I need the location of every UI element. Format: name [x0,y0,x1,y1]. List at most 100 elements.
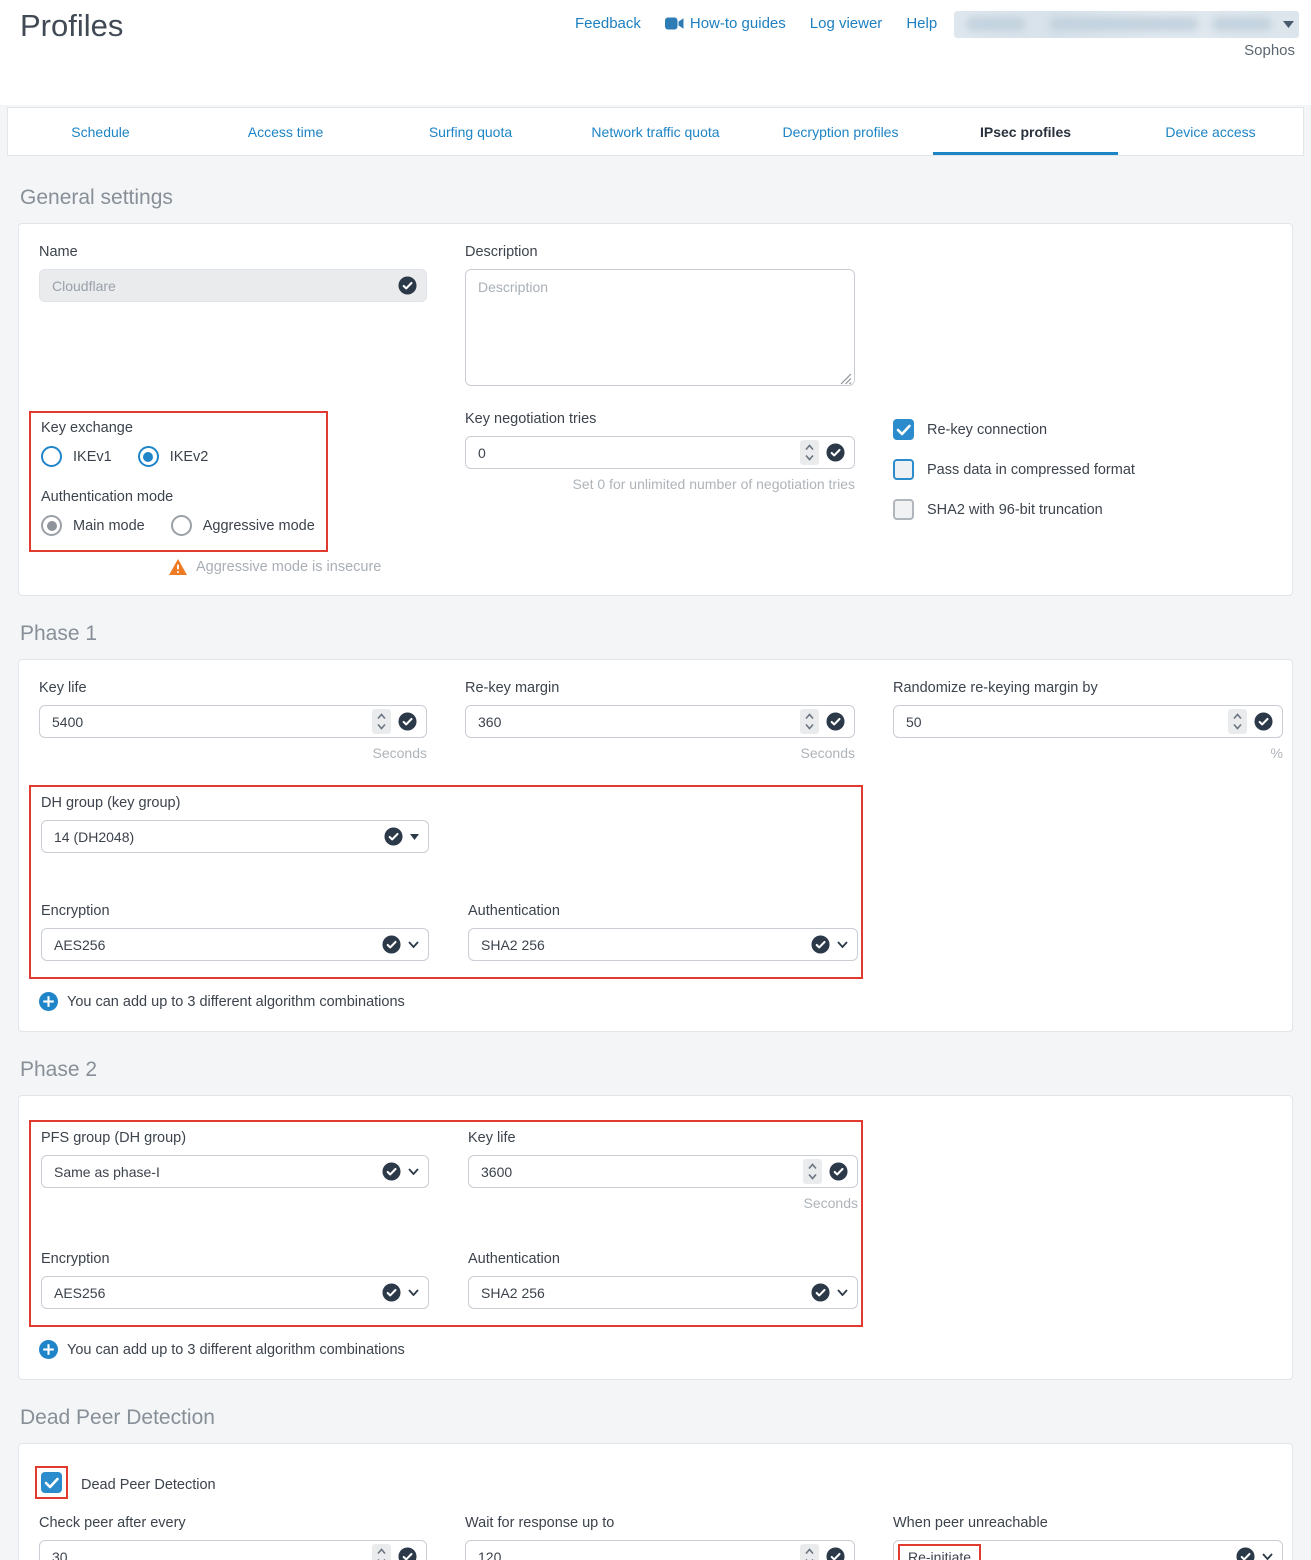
p1-randomize-label: Randomize re-keying margin by [893,680,1283,696]
check-circle-icon [384,827,403,846]
p1-dh-group-select[interactable]: 14 (DH2048) [41,820,429,853]
name-field[interactable]: Cloudflare [39,269,427,302]
check-circle-icon [826,712,845,731]
p1-rekey-margin-input[interactable] [465,705,855,738]
sha2-96-checkbox[interactable] [893,499,914,520]
add-combination-icon[interactable] [39,992,58,1011]
check-circle-icon [829,1162,848,1181]
redacted-account-text [1049,17,1199,31]
rekey-connection-checkbox[interactable] [893,419,914,440]
compressed-format-label: Pass data in compressed format [927,462,1135,478]
tab-decryption-profiles[interactable]: Decryption profiles [748,108,933,155]
tab-surfing-quota[interactable]: Surfing quota [378,108,563,155]
p2-key-life-input[interactable] [468,1155,858,1188]
general-settings-card: Name Cloudflare Description [18,223,1293,596]
key-exchange-annotation-box: Key exchange IKEv1 IKEv2 Authentication … [29,411,328,552]
key-exchange-label: Key exchange [41,420,316,436]
page-header: Profiles Feedback How-to guides Log view… [0,0,1311,105]
p2-key-life-label: Key life [468,1130,858,1146]
howto-guides-link[interactable]: How-to guides [665,15,786,32]
p1-encryption-select[interactable]: AES256 [41,928,429,961]
ikev2-radio[interactable] [138,446,159,467]
phase1-card: Key life Seconds Re-key margin [18,659,1293,1032]
check-circle-icon [398,1547,417,1560]
description-label: Description [465,244,855,260]
p1-authentication-select[interactable]: SHA2 256 [468,928,858,961]
video-camera-icon [665,17,684,30]
ikev2-label: IKEv2 [170,449,209,465]
chevron-down-icon [408,1289,419,1296]
p2-authentication-select[interactable]: SHA2 256 [468,1276,858,1309]
dpd-unreachable-select[interactable]: Re-initiate [893,1540,1283,1560]
number-spinner[interactable] [1228,709,1247,734]
redacted-account-text [1212,17,1272,31]
rekey-connection-label: Re-key connection [927,422,1047,438]
dpd-heading: Dead Peer Detection [20,1406,1291,1430]
dpd-wait-input[interactable] [465,1540,855,1560]
chevron-down-icon [408,1168,419,1175]
tab-ipsec-profiles[interactable]: IPsec profiles [933,108,1118,155]
aggressive-mode-radio[interactable] [171,515,192,536]
main-mode-radio[interactable] [41,515,62,536]
p2-pfs-group-select[interactable]: Same as phase-I [41,1155,429,1188]
check-circle-icon [826,1547,845,1560]
dpd-card: Dead Peer Detection Check peer after eve… [18,1443,1293,1560]
feedback-link[interactable]: Feedback [575,15,641,32]
chevron-down-icon [837,941,848,948]
number-spinner[interactable] [800,1544,819,1560]
description-field[interactable] [465,269,855,386]
tab-access-time[interactable]: Access time [193,108,378,155]
p1-randomize-unit: % [893,745,1283,761]
aggressive-mode-warning: Aggressive mode is insecure [196,559,381,575]
chevron-down-icon [408,941,419,948]
p1-rekey-margin-unit: Seconds [465,745,855,761]
p1-key-life-unit: Seconds [39,745,427,761]
key-negotiation-input[interactable] [465,436,855,469]
p2-authentication-label: Authentication [468,1251,858,1267]
check-circle-icon [811,1283,830,1302]
p1-randomize-input[interactable] [893,705,1283,738]
brand-label: Sophos [1244,42,1295,59]
tab-device-access[interactable]: Device access [1118,108,1303,155]
warning-triangle-icon [169,559,187,575]
name-label: Name [39,244,427,260]
phase1-heading: Phase 1 [20,622,1291,646]
ikev1-radio[interactable] [41,446,62,467]
p1-authentication-label: Authentication [468,903,858,919]
log-viewer-link[interactable]: Log viewer [810,15,883,32]
number-spinner[interactable] [800,709,819,734]
p2-encryption-select[interactable]: AES256 [41,1276,429,1309]
add-combination-icon[interactable] [39,1340,58,1359]
caret-down-icon [1283,21,1294,28]
caret-down-icon [410,834,419,840]
number-spinner[interactable] [800,440,819,465]
help-link[interactable]: Help [906,15,937,32]
p1-key-life-label: Key life [39,680,427,696]
check-circle-icon [398,712,417,731]
tab-schedule[interactable]: Schedule [8,108,193,155]
p2-pfs-group-label: PFS group (DH group) [41,1130,429,1146]
dpd-check-peer-input[interactable] [39,1540,427,1560]
dpd-unreachable-label: When peer unreachable [893,1515,1283,1531]
number-spinner[interactable] [372,709,391,734]
profile-tabs: Schedule Access time Surfing quota Netwo… [7,107,1304,156]
check-circle-icon [1236,1547,1255,1560]
p2-key-life-unit: Seconds [468,1195,858,1211]
sha2-96-label: SHA2 with 96-bit truncation [927,502,1103,518]
key-negotiation-label: Key negotiation tries [465,411,855,427]
resize-handle[interactable] [840,373,852,385]
dpd-check-peer-label: Check peer after every [39,1515,427,1531]
header-links: Feedback How-to guides Log viewer Help [575,15,937,32]
page-title: Profiles [20,8,123,44]
account-dropdown[interactable] [954,11,1299,38]
ikev1-label: IKEv1 [73,449,112,465]
compressed-format-checkbox[interactable] [893,459,914,480]
dpd-enable-checkbox[interactable] [41,1472,62,1493]
p1-key-life-input[interactable] [39,705,427,738]
tab-network-traffic-quota[interactable]: Network traffic quota [563,108,748,155]
number-spinner[interactable] [372,1544,391,1560]
chevron-down-icon [1262,1553,1273,1560]
phase2-heading: Phase 2 [20,1058,1291,1082]
number-spinner[interactable] [803,1159,822,1184]
p2-add-note: You can add up to 3 different algorithm … [67,1342,405,1358]
